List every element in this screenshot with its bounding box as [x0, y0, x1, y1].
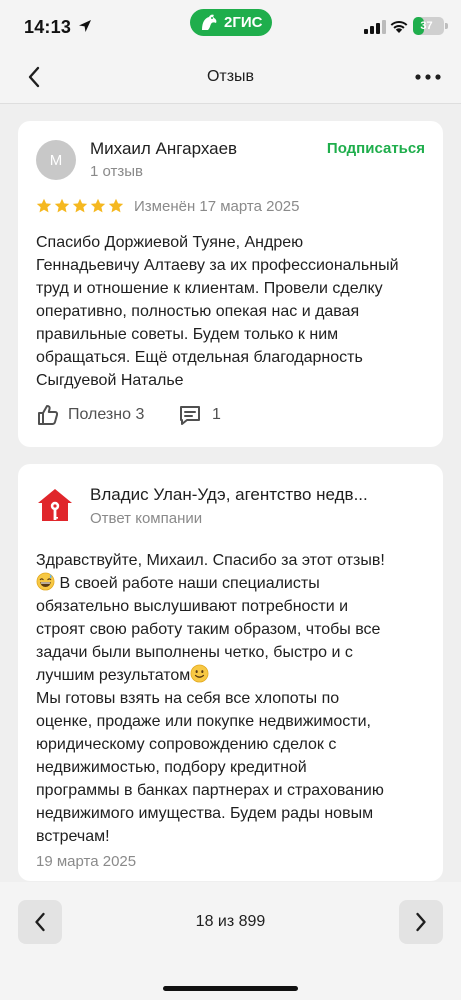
reply-date: 19 марта 2025 — [36, 853, 137, 870]
star-icon — [108, 198, 124, 213]
star-icon — [36, 198, 52, 213]
avatar[interactable]: М — [36, 140, 76, 180]
home-indicator[interactable] — [163, 986, 298, 991]
battery-icon: 37 — [413, 17, 444, 35]
pager-bar: 18 из 899 — [0, 882, 461, 1000]
reply-line-emoji: лучшим результатом — [36, 667, 191, 684]
star-icon — [54, 198, 70, 213]
review-text: Спасибо Доржиевой Туяне, Андрею Геннадье… — [36, 234, 399, 389]
comment-icon — [180, 406, 200, 425]
grinning-sweat-emoji-icon — [36, 572, 55, 591]
status-bar: 14:13 2ГИС 37 — [0, 0, 461, 50]
chevron-right-icon — [416, 912, 426, 932]
battery-cap — [445, 23, 448, 29]
location-arrow-icon — [79, 20, 91, 32]
more-horizontal-icon — [415, 74, 441, 80]
signal-icon — [364, 20, 386, 34]
brand-logo-icon — [202, 14, 217, 30]
house-logo-icon[interactable] — [36, 486, 74, 524]
nav-bar: Отзыв — [0, 50, 461, 104]
company-reply-card: Владис Улан-Удэ, агентство недв... Ответ… — [18, 464, 443, 881]
page-title: Отзыв — [206, 68, 255, 85]
slight-smile-emoji-icon — [190, 664, 209, 683]
chevron-left-icon — [28, 66, 40, 88]
company-name[interactable]: Владис Улан-Удэ, агентство недв... — [90, 485, 368, 505]
reply-block-a: обязательно выслушивают потребности и ст… — [36, 598, 381, 661]
thumbs-up-icon — [38, 405, 59, 425]
pager-position: 18 из 899 — [195, 913, 266, 930]
reply-text: Здравствуйте, Михаил. Спасибо за этот от… — [36, 549, 431, 848]
battery-percent: 37 — [420, 20, 433, 32]
app-badge: 2ГИС — [190, 9, 272, 36]
company-reply-label: Ответ компании — [90, 510, 203, 527]
next-review-button[interactable] — [399, 900, 443, 944]
useful-button[interactable]: Полезно 3 — [36, 401, 144, 429]
status-time: 14:13 — [24, 17, 72, 37]
author-name[interactable]: Михаил Ангархаев — [90, 139, 237, 159]
review-date: Изменён 17 марта 2025 — [134, 198, 300, 215]
wifi-icon — [390, 20, 408, 33]
back-button[interactable] — [20, 62, 48, 92]
useful-label: Полезно 3 — [68, 406, 145, 423]
comments-count: 1 — [212, 406, 221, 423]
review-card: М Михаил Ангархаев 1 отзыв Подписаться И… — [18, 121, 443, 447]
star-icon — [72, 198, 88, 213]
rating-stars — [36, 198, 124, 216]
app-badge-label: 2ГИС — [224, 14, 263, 31]
subscribe-button[interactable]: Подписаться — [327, 140, 425, 157]
reply-line-2: В своей работе наши специалисты — [59, 575, 320, 592]
reply-line-1: Здравствуйте, Михаил. Спасибо за этот от… — [36, 552, 385, 569]
author-review-count: 1 отзыв — [90, 163, 144, 180]
reply-block-b: Мы готовы взять на себя все хлопоты по о… — [36, 690, 384, 845]
more-button[interactable] — [412, 62, 444, 92]
star-icon — [90, 198, 106, 213]
comments-button[interactable]: 1 — [178, 401, 221, 429]
